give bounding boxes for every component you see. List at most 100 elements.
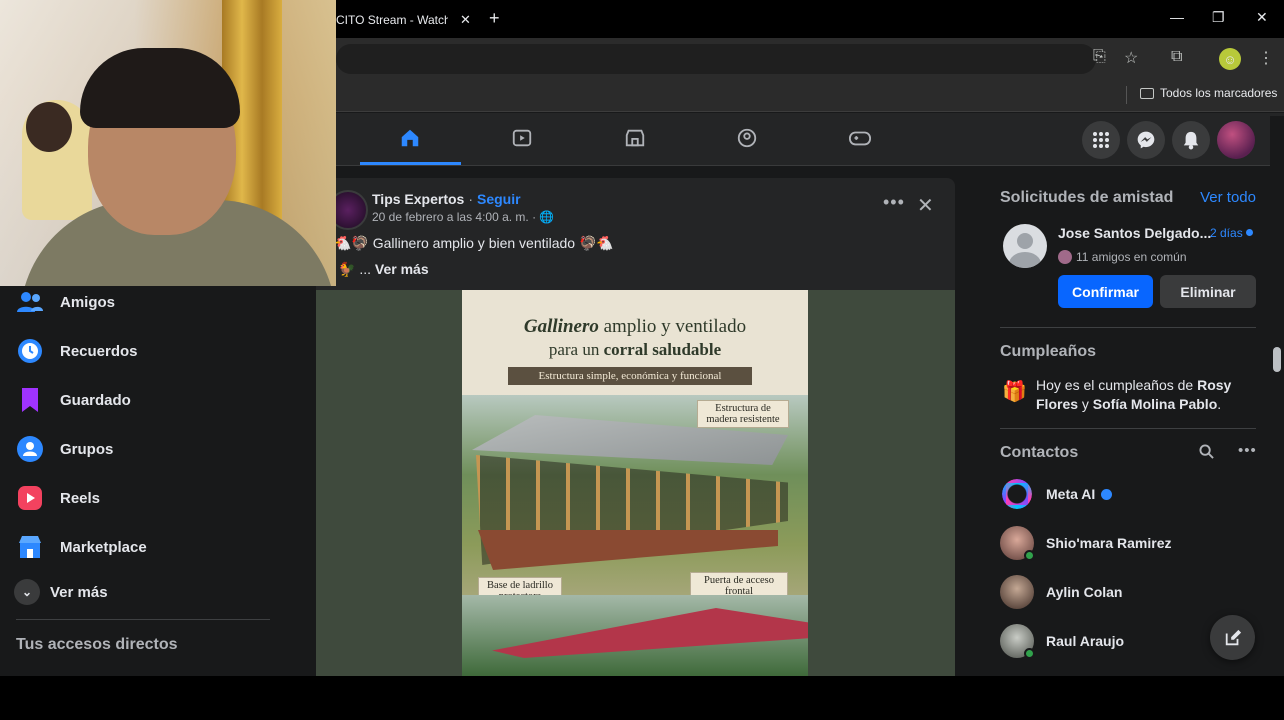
gift-icon: 🎁 (1002, 381, 1027, 403)
marketplace-icon[interactable] (622, 125, 648, 151)
profile-avatar[interactable] (1217, 121, 1255, 159)
subtitle-bold: corral saludable (603, 340, 722, 359)
new-message-icon[interactable] (1210, 615, 1255, 660)
contact-avatar (1000, 526, 1035, 561)
contact-meta-ai[interactable]: Meta AI (1000, 476, 1113, 512)
extensions-icon[interactable]: ⧉ (1171, 48, 1182, 66)
active-tab-indicator (360, 162, 461, 165)
confirm-button[interactable]: Confirmar (1058, 275, 1153, 308)
see-all-link[interactable]: Ver todo (1200, 189, 1256, 206)
friend-request-name[interactable]: Jose Santos Delgado... (1058, 225, 1211, 241)
sidebar-item-label: Marketplace (60, 538, 147, 556)
sidebar-item-grupos[interactable]: Grupos (16, 431, 113, 467)
divider (1000, 428, 1256, 429)
contact-name: Meta AI (1046, 486, 1096, 502)
infographic-ribbon: Estructura simple, económica y funcional (508, 367, 752, 385)
close-window-icon[interactable]: ✕ (1256, 9, 1268, 26)
sidebar-item-marketplace[interactable]: Marketplace (16, 529, 147, 565)
label-line: Puerta de acceso (704, 575, 774, 586)
contact-name: Shio'mara Ramirez (1046, 535, 1172, 551)
birthday-mid: y (1078, 396, 1093, 412)
meta-ai-icon (1000, 477, 1034, 511)
dot-separator: · (468, 191, 473, 207)
browser-profile-icon[interactable]: ☺ (1219, 48, 1241, 70)
gaming-icon[interactable] (847, 125, 873, 151)
new-tab-icon[interactable]: + (489, 8, 500, 29)
contacts-more-icon[interactable]: ••• (1238, 442, 1257, 459)
saved-icon (16, 386, 44, 414)
sidebar-item-label: Guardado (60, 391, 131, 409)
infographic-image[interactable]: Gallinero amplio y ventilado para un cor… (462, 290, 808, 676)
screen: CITO Stream - Watch L ✕ + — ❐ ✕ ⎘ ☆ ⧉ ⋮ … (0, 0, 1284, 676)
minimize-icon[interactable]: — (1170, 9, 1184, 25)
bookmark-star-icon[interactable]: ☆ (1124, 48, 1138, 68)
scrollbar-track[interactable] (1270, 116, 1284, 676)
birthday-name-2[interactable]: Sofía Molina Pablo (1093, 396, 1217, 412)
shortcuts-title: Tus accesos directos (16, 636, 178, 653)
bookmarks-folder-label: Todos los marcadores (1160, 86, 1278, 100)
post-more-icon[interactable]: ••• (883, 192, 905, 213)
marketplace-icon (16, 533, 44, 561)
friend-requests-title: Solicitudes de amistad (1000, 189, 1174, 206)
title-rest: amplio y ventilado (598, 316, 747, 337)
friends-icon (16, 288, 44, 316)
birthdays-title: Cumpleaños (1000, 343, 1097, 360)
notifications-bell-icon[interactable] (1172, 121, 1210, 159)
contact-item[interactable]: Raul Araujo (1000, 623, 1124, 659)
folder-icon (1140, 87, 1154, 99)
sidebar-item-guardado[interactable]: Guardado (16, 382, 131, 418)
delete-button[interactable]: Eliminar (1160, 275, 1256, 308)
friend-request-avatar[interactable] (1003, 224, 1047, 268)
mutual-friends-text: 11 amigos en común (1076, 250, 1187, 264)
label-line: Estructura de (715, 403, 771, 414)
title-italic: Gallinero (523, 316, 599, 337)
post-text: 🐔🦃 Gallinero amplio y bien ventilado 🦃🐔 (334, 235, 614, 251)
left-sidebar: Amigos Recuerdos Guardado Grupos Reels M… (0, 286, 316, 676)
tab-close-icon[interactable]: ✕ (460, 12, 471, 28)
post-author-name[interactable]: Tips Expertos (372, 191, 464, 207)
sidebar-item-recuerdos[interactable]: Recuerdos (16, 333, 138, 369)
post-see-more-link[interactable]: Ver más (375, 261, 429, 277)
post-see-more-prefix: 🐓 ... (338, 261, 375, 277)
all-bookmarks-folder[interactable]: Todos los marcadores (1140, 86, 1277, 100)
restore-icon[interactable]: ❐ (1212, 9, 1225, 26)
tab-title: CITO Stream - Watch L (336, 13, 448, 27)
groups-icon[interactable] (734, 125, 760, 151)
post-see-more-row: 🐓 ... Ver más (338, 261, 429, 278)
scrollbar-thumb[interactable] (1273, 347, 1281, 372)
post-timestamp[interactable]: 20 de febrero a las 4:00 a. m. · 🌐 (372, 210, 554, 224)
contact-name: Raul Araujo (1046, 633, 1125, 649)
divider (1000, 327, 1256, 328)
messenger-icon[interactable] (1127, 121, 1165, 159)
bookmark-separator (1126, 86, 1127, 104)
memories-icon (16, 337, 44, 365)
omnibox[interactable] (336, 44, 1096, 74)
mutual-avatar (1058, 250, 1072, 264)
infographic-title: Gallinero amplio y ventilado (462, 316, 808, 338)
post-author-row: Tips Expertos · Seguir (372, 191, 521, 207)
label-line: madera resistente (706, 414, 780, 425)
contact-name: Aylin Colan (1046, 584, 1123, 600)
contact-item[interactable]: Aylin Colan (1000, 574, 1123, 610)
birthday-text: Hoy es el cumpleaños de Rosy Flores y So… (1036, 376, 1256, 414)
video-icon[interactable] (509, 125, 535, 151)
contacts-search-icon[interactable] (1199, 444, 1214, 463)
browser-tab[interactable]: CITO Stream - Watch L ✕ (336, 6, 476, 34)
sidebar-item-reels[interactable]: Reels (16, 480, 100, 516)
mutual-friends: 11 amigos en común (1058, 250, 1187, 264)
menu-kebab-icon[interactable]: ⋮ (1258, 48, 1274, 68)
label-line: Base de ladrillo (487, 580, 553, 591)
follow-link[interactable]: Seguir (477, 191, 521, 207)
sidebar-item-amigos[interactable]: Amigos (16, 284, 115, 320)
see-more-button[interactable]: ⌄ Ver más (14, 574, 108, 610)
contact-item[interactable]: Shio'mara Ramirez (1000, 525, 1172, 561)
sidebar-item-label: Grupos (60, 440, 114, 458)
infographic-subtitle: para un corral saludable (462, 340, 808, 360)
install-app-icon[interactable]: ⎘ (1093, 48, 1106, 66)
post-close-icon[interactable]: ✕ (917, 193, 934, 218)
home-icon[interactable] (397, 125, 423, 151)
post-media[interactable]: Gallinero amplio y ventilado para un cor… (316, 290, 955, 676)
webcam-overlay (0, 0, 336, 286)
menu-grid-icon[interactable] (1082, 121, 1120, 159)
friend-request-time: 2 días (1210, 226, 1243, 240)
